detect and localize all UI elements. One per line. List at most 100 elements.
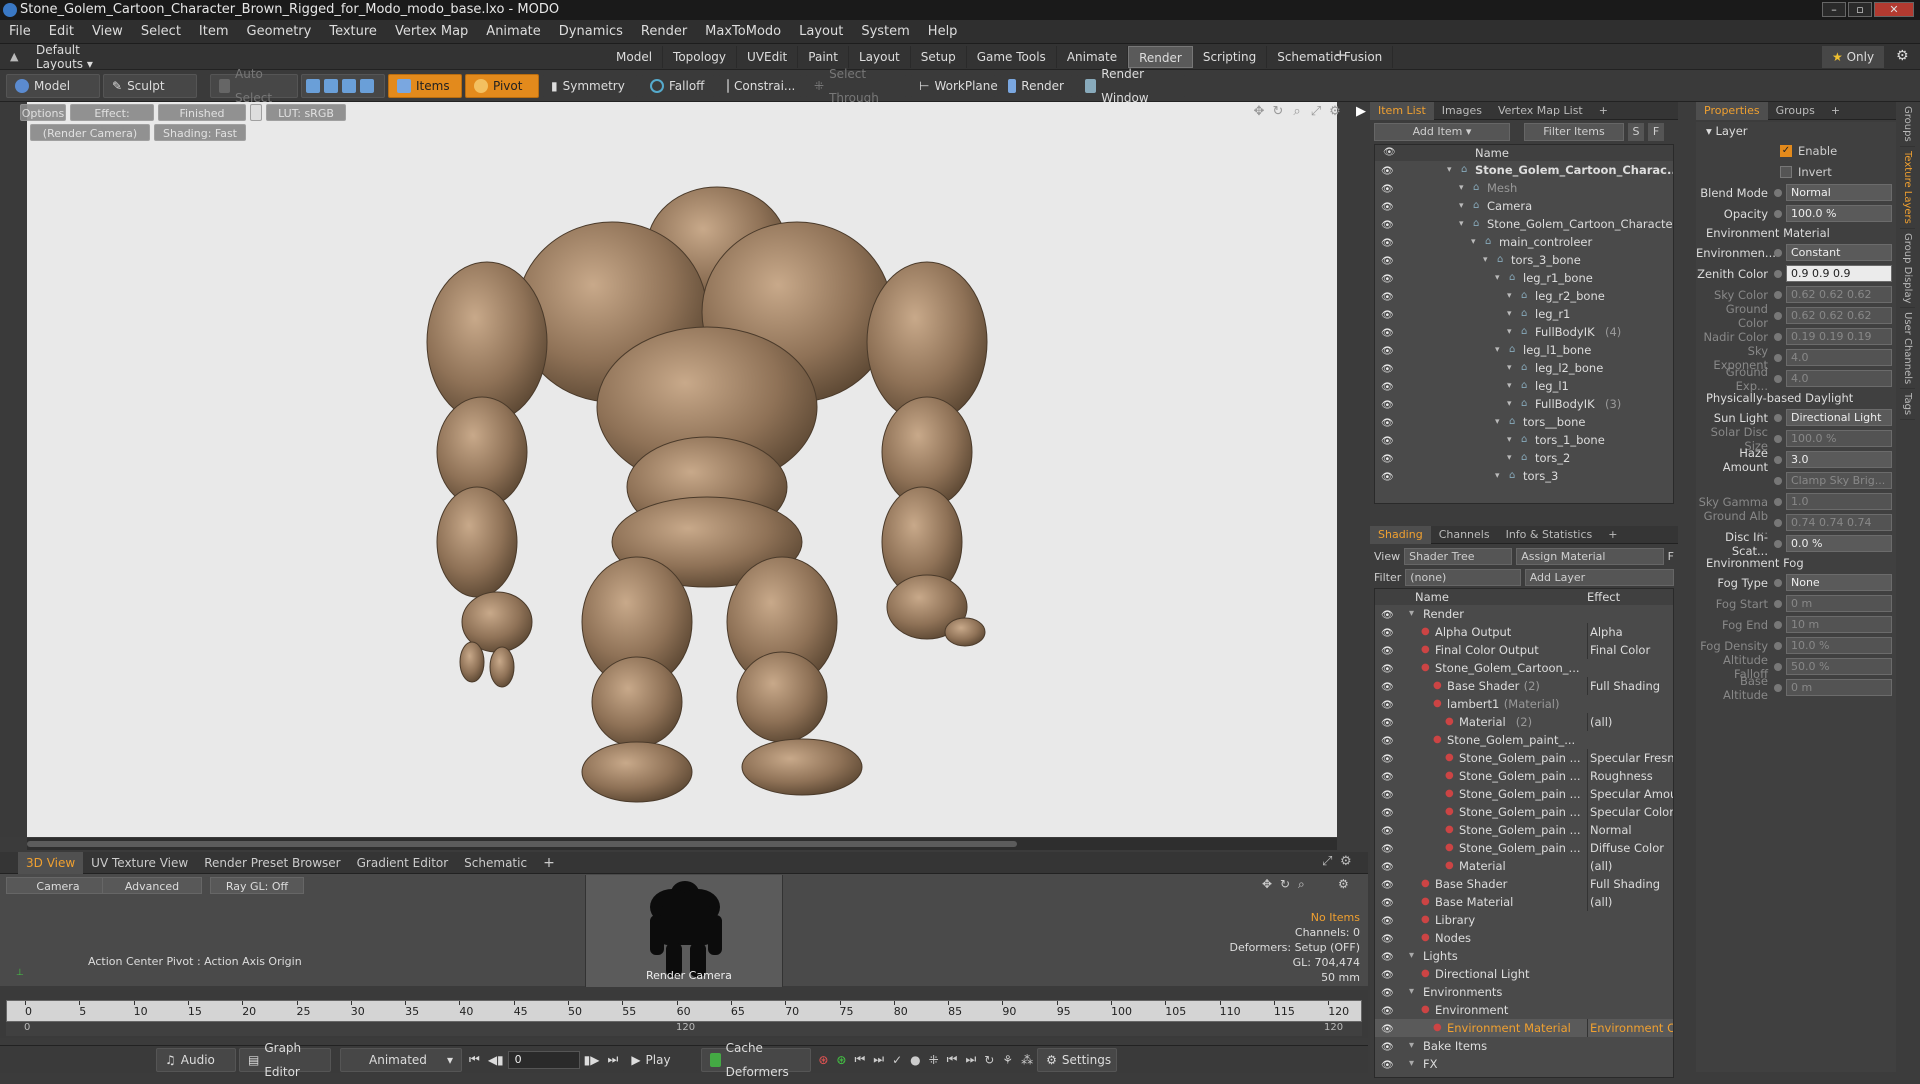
visibility-eye-icon[interactable]: 👁 — [1381, 325, 1395, 339]
item-row[interactable]: 👁 ▾ ⌂ leg_r1 — [1375, 305, 1673, 323]
render-window-button[interactable]: Render Window — [1076, 67, 1186, 105]
last-frame-icon[interactable]: ⏭ — [608, 1052, 619, 1067]
symmetry-button[interactable]: ▮ Symmetry — [542, 73, 638, 98]
frame-field[interactable]: 0 — [507, 1050, 580, 1069]
property-dot-icon[interactable] — [1774, 290, 1782, 299]
record-icon[interactable]: ● — [910, 1053, 920, 1067]
filter-dropdown[interactable]: (none) — [1405, 568, 1521, 586]
expand-arrow-icon[interactable]: ▾ — [1447, 161, 1452, 179]
sculpt-mode-button[interactable]: ✎ Sculpt — [103, 73, 197, 98]
property-dot-icon[interactable] — [1774, 353, 1782, 362]
expand-arrow-icon[interactable]: ▾ — [1507, 323, 1512, 341]
visibility-eye-icon[interactable]: 👁 — [1381, 469, 1395, 483]
key-icon[interactable]: ⊛ — [818, 1053, 828, 1067]
property-value-field[interactable]: 100.0 % — [1786, 205, 1892, 222]
shader-effect[interactable]: Alpha — [1587, 623, 1673, 641]
shader-row[interactable]: 👁 ● Material (all) — [1375, 857, 1673, 875]
close-button[interactable]: ✕ — [1874, 2, 1914, 17]
camera-dropdown[interactable]: (Render Camera) — [30, 124, 150, 141]
shader-effect[interactable]: Specular Color — [1587, 803, 1673, 821]
marker-icon[interactable]: ⁜ — [929, 1053, 939, 1067]
filter-items-field[interactable]: Filter Items — [1524, 123, 1624, 141]
expand-arrow-icon[interactable]: ▾ — [1507, 305, 1512, 323]
side-tab-groups[interactable]: Groups — [1900, 102, 1915, 147]
property-value-field[interactable]: 0.0 % — [1786, 535, 1892, 552]
visibility-eye-icon[interactable]: 👁 — [1381, 163, 1395, 177]
items-mode-button[interactable]: Items — [388, 73, 462, 98]
item-row[interactable]: 👁 ▾ ⌂ main_controleer — [1375, 233, 1673, 251]
side-tab-group-display[interactable]: Group Display — [1900, 229, 1915, 309]
visibility-eye-icon[interactable]: 👁 — [1381, 1021, 1395, 1035]
item-row[interactable]: 👁 ▾ ⌂ Stone_Golem_Cartoon_Charac... — [1375, 161, 1673, 179]
shader-row[interactable]: 👁 ● Base Shader (2) Full Shading — [1375, 677, 1673, 695]
property-value-field[interactable]: 0 m — [1786, 595, 1892, 612]
visibility-eye-icon[interactable]: 👁 — [1381, 913, 1395, 927]
property-value-field[interactable]: 0.74 0.74 0.74 — [1786, 514, 1892, 531]
visibility-eye-icon[interactable]: 👁 — [1381, 451, 1395, 465]
tab-properties[interactable]: Properties — [1696, 101, 1768, 120]
property-dot-icon[interactable] — [1774, 209, 1782, 218]
property-dot-icon[interactable] — [1774, 455, 1782, 464]
property-value-field[interactable]: 3.0 — [1786, 451, 1892, 468]
visibility-eye-icon[interactable]: 👁 — [1381, 715, 1395, 729]
menu-item-view[interactable]: View — [83, 20, 132, 44]
workplane-button[interactable]: ⊢ WorkPlane — [910, 73, 998, 98]
property-value-field[interactable]: Directional Light — [1786, 409, 1892, 426]
visibility-eye-icon[interactable]: 👁 — [1381, 859, 1395, 873]
next-frame-icon[interactable]: ▮▶ — [584, 1053, 600, 1067]
menu-item-item[interactable]: Item — [190, 20, 238, 44]
bp-rotate-icon[interactable]: ↻ — [1280, 877, 1290, 891]
tab-channels[interactable]: Channels — [1431, 526, 1498, 544]
item-row[interactable]: 👁 ▾ ⌂ leg_l1 — [1375, 377, 1673, 395]
rotate-icon[interactable]: ↻ — [1270, 104, 1286, 120]
item-row[interactable]: 👁 ▾ ⌂ FullBodyIK (4) — [1375, 323, 1673, 341]
audio-button[interactable]: ♫ Audio — [156, 1047, 236, 1072]
property-dot-icon[interactable] — [1774, 476, 1782, 485]
shader-row[interactable]: 👁 ▾ Bake Items — [1375, 1037, 1673, 1055]
expand-arrow-icon[interactable]: ▾ — [1471, 233, 1476, 251]
property-dot-icon[interactable] — [1774, 248, 1782, 257]
shader-row[interactable]: 👁 ● Library — [1375, 911, 1673, 929]
add-tab-icon[interactable]: + — [543, 855, 555, 871]
visibility-eye-icon[interactable]: 👁 — [1381, 1057, 1395, 1071]
lut-dropdown[interactable]: LUT: sRGB — [266, 104, 346, 121]
side-tab-user-channels[interactable]: User Channels — [1900, 308, 1915, 390]
property-value-field[interactable]: 10 m — [1786, 616, 1892, 633]
pivot-mode-button[interactable]: Pivot — [465, 73, 539, 98]
visibility-eye-icon[interactable]: 👁 — [1381, 307, 1395, 321]
bottom-tab-schematic[interactable]: Schematic — [456, 852, 535, 874]
expand-arrow-icon[interactable]: ▾ — [1495, 467, 1500, 485]
property-value-field[interactable]: 100.0 % — [1786, 430, 1892, 447]
model-mode-button[interactable]: Model — [6, 73, 100, 98]
property-value-field[interactable]: 4.0 — [1786, 349, 1892, 366]
expand-arrow-icon[interactable]: ▾ — [1507, 431, 1512, 449]
visibility-eye-icon[interactable]: 👁 — [1381, 967, 1395, 981]
shader-row[interactable]: 👁 ● Base Shader Full Shading — [1375, 875, 1673, 893]
zoom-icon[interactable]: ⌕ — [1289, 104, 1305, 120]
visibility-eye-icon[interactable]: 👁 — [1381, 949, 1395, 963]
shader-row[interactable]: 👁 ▾ Render — [1375, 605, 1673, 623]
add-layer-dropdown[interactable]: Add Layer — [1524, 568, 1674, 586]
visibility-eye-icon[interactable]: 👁 — [1381, 253, 1395, 267]
property-dot-icon[interactable] — [1774, 683, 1782, 692]
property-value-field[interactable]: 0.62 0.62 0.62 — [1786, 307, 1892, 324]
menu-item-geometry[interactable]: Geometry — [238, 20, 321, 44]
maximize-icon[interactable]: ⤢ — [1308, 104, 1324, 120]
pan-icon[interactable]: ✥ — [1251, 104, 1267, 120]
shader-tree[interactable]: Name Effect 👁 ▾ Render 👁 ● Alpha Output Alpha 👁… — [1374, 588, 1674, 1078]
property-dot-icon[interactable] — [1774, 374, 1782, 383]
side-tab-tags[interactable]: Tags — [1900, 389, 1915, 421]
bottom-tab-3d-view[interactable]: 3D View — [18, 851, 84, 874]
visibility-eye-icon[interactable]: 👁 — [1381, 787, 1395, 801]
property-dot-icon[interactable] — [1774, 662, 1782, 671]
property-value-field[interactable]: 0.19 0.19 0.19 — [1786, 328, 1892, 345]
shader-row[interactable]: 👁 ● Directional Light — [1375, 965, 1673, 983]
select-through-button[interactable]: ⁜ Select Through — [805, 67, 907, 105]
effect-dropdown[interactable]: Effect: (Shadi... — [70, 104, 154, 137]
property-dot-icon[interactable] — [1774, 332, 1782, 341]
visibility-eye-icon[interactable]: 👁 — [1381, 289, 1395, 303]
tab-shading[interactable]: Shading — [1370, 525, 1431, 544]
shader-row[interactable]: 👁 ▾ FX — [1375, 1055, 1673, 1073]
shader-effect[interactable]: (all) — [1587, 893, 1673, 911]
first-frame-icon[interactable]: ⏮ — [469, 1052, 480, 1067]
